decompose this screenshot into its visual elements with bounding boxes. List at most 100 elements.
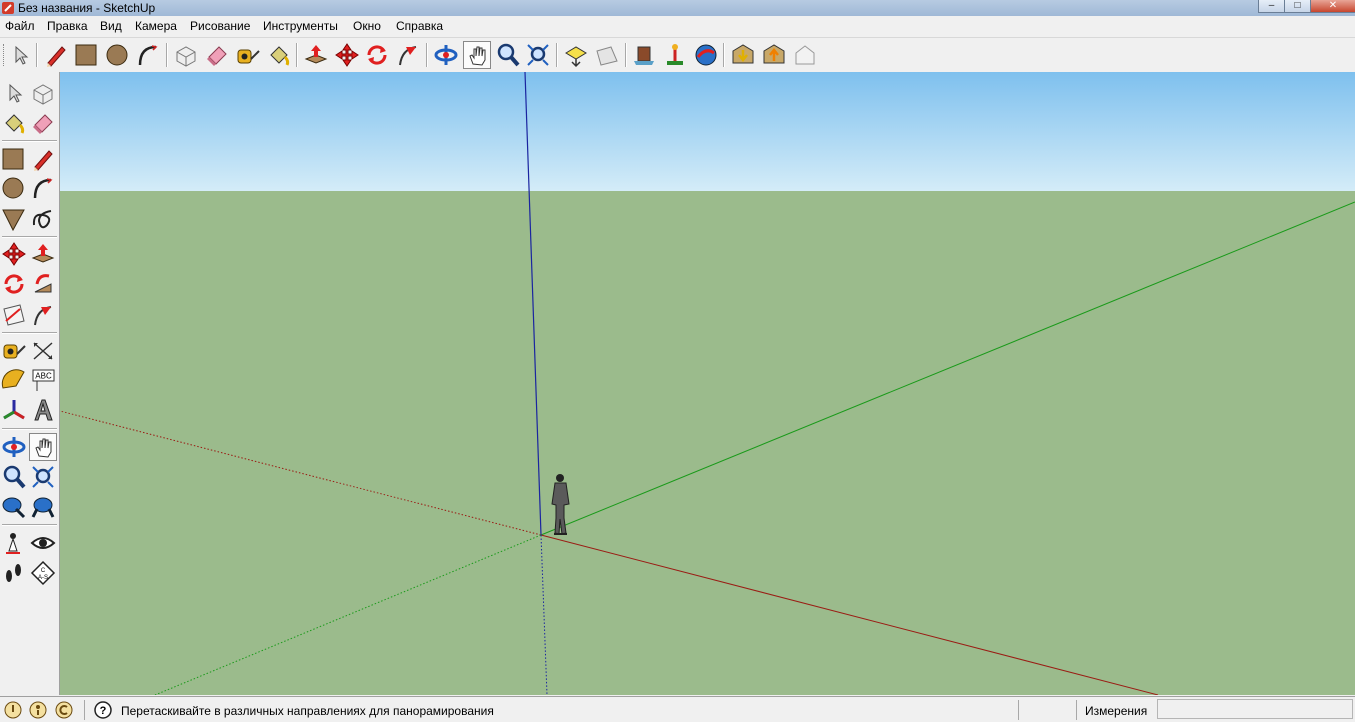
left-rotate-button[interactable] xyxy=(0,270,28,298)
line-tool-button[interactable] xyxy=(42,41,70,69)
left-line-button[interactable] xyxy=(29,145,57,173)
top-toolbar xyxy=(0,37,1355,73)
left-orbit-button[interactable] xyxy=(0,433,28,461)
copyright-icon[interactable] xyxy=(55,701,73,719)
tape-measure-icon xyxy=(3,344,26,359)
left-zoom-extents-button[interactable] xyxy=(0,493,28,521)
left-scale-button[interactable] xyxy=(0,301,28,329)
previous-camera-icon xyxy=(31,497,55,518)
section-plane-icon: CA-S xyxy=(30,560,56,586)
left-look-around-button[interactable] xyxy=(29,529,57,557)
left-position-camera-button[interactable] xyxy=(0,529,28,557)
menu-window[interactable]: Окно xyxy=(353,19,381,33)
google-earth-button[interactable] xyxy=(692,41,720,69)
left-pan-button[interactable] xyxy=(29,433,57,461)
menu-view[interactable]: Вид xyxy=(100,19,122,33)
move-arrows-icon xyxy=(2,242,26,266)
add-location-button[interactable] xyxy=(661,41,689,69)
drawing-viewport[interactable] xyxy=(60,72,1355,695)
menu-draw[interactable]: Рисование xyxy=(190,19,250,33)
next-view-icon xyxy=(596,46,618,66)
pan-tool-button[interactable] xyxy=(463,41,491,69)
maximize-button[interactable]: □ xyxy=(1284,0,1311,13)
follow-me-button[interactable] xyxy=(394,41,422,69)
rotate-icon xyxy=(367,45,387,65)
left-push-pull-button[interactable] xyxy=(29,240,57,268)
tape-measure-button[interactable] xyxy=(234,41,262,69)
left-move-button[interactable] xyxy=(0,240,28,268)
left-protractor-button[interactable] xyxy=(0,366,28,394)
eye-icon xyxy=(30,537,56,549)
left-tape-measure-button[interactable] xyxy=(0,336,28,364)
3d-text-icon xyxy=(34,399,53,421)
scene-canvas[interactable] xyxy=(60,72,1355,695)
left-circle-button[interactable] xyxy=(0,174,28,202)
left-offset-button[interactable] xyxy=(29,301,57,329)
left-3d-text-button[interactable] xyxy=(29,396,57,424)
get-models-button[interactable] xyxy=(630,41,658,69)
eraser-icon xyxy=(33,114,53,134)
left-select-button[interactable] xyxy=(0,79,28,107)
left-freehand-button[interactable] xyxy=(29,205,57,233)
camera-man-icon xyxy=(6,533,20,554)
help-icon[interactable]: ? xyxy=(94,701,112,719)
zoom-tool-button[interactable] xyxy=(494,41,522,69)
paint-bucket-button[interactable] xyxy=(265,41,293,69)
zoom-extents-button[interactable] xyxy=(524,41,552,69)
circle-tool-button[interactable] xyxy=(103,41,131,69)
move-tool-button[interactable] xyxy=(333,41,361,69)
left-arc-button[interactable] xyxy=(29,174,57,202)
menu-help[interactable]: Справка xyxy=(396,19,443,33)
left-text-button[interactable]: ABC xyxy=(29,366,57,394)
next-view-button[interactable] xyxy=(593,41,621,69)
previous-view-button[interactable] xyxy=(562,41,590,69)
svg-text:A-S: A-S xyxy=(38,575,48,581)
menu-tools[interactable]: Инструменты xyxy=(263,19,338,33)
left-axes-button[interactable] xyxy=(0,396,28,424)
eraser-icon xyxy=(207,46,227,66)
left-walk-button[interactable] xyxy=(0,559,28,587)
rotate-icon xyxy=(4,274,24,294)
select-tool-button[interactable] xyxy=(6,41,34,69)
push-pull-button[interactable] xyxy=(302,41,330,69)
left-dimension-button[interactable] xyxy=(29,336,57,364)
geo-location-icon[interactable] xyxy=(4,701,22,719)
orbit-tool-button[interactable] xyxy=(432,41,460,69)
protractor-icon xyxy=(1,369,25,389)
credits-icon[interactable] xyxy=(29,701,47,719)
left-eraser-button[interactable] xyxy=(29,109,57,137)
left-paint-bucket-button[interactable] xyxy=(0,109,28,137)
sky xyxy=(60,72,1355,191)
menu-edit[interactable]: Правка xyxy=(47,19,88,33)
left-previous-button[interactable] xyxy=(29,493,57,521)
left-zoom-button[interactable] xyxy=(0,463,28,491)
get-models-warehouse-button[interactable] xyxy=(729,41,757,69)
close-button[interactable]: ✕ xyxy=(1310,0,1355,13)
left-section-plane-button[interactable]: C A-S xyxy=(29,559,57,587)
offset-icon xyxy=(34,306,52,326)
rectangle-tool-button[interactable] xyxy=(72,41,100,69)
arc-tool-button[interactable] xyxy=(134,41,162,69)
status-message: Перетаскивайте в различных направлениях … xyxy=(121,704,494,718)
left-follow-me-button[interactable] xyxy=(29,270,57,298)
left-make-component-button[interactable] xyxy=(29,79,57,107)
left-rectangle-button[interactable] xyxy=(0,145,28,173)
tape-measure-icon xyxy=(237,49,260,64)
eraser-tool-button[interactable] xyxy=(203,41,231,69)
measurements-input[interactable] xyxy=(1157,699,1353,719)
minimize-button[interactable]: – xyxy=(1258,0,1285,13)
ground xyxy=(60,191,1355,695)
zoom-extents-icon xyxy=(527,44,549,66)
left-polygon-button[interactable] xyxy=(0,205,28,233)
left-zoom-window-button[interactable] xyxy=(29,463,57,491)
svg-text:?: ? xyxy=(100,705,107,717)
rotate-tool-button[interactable] xyxy=(363,41,391,69)
menu-camera[interactable]: Камера xyxy=(135,19,177,33)
share-model-button[interactable] xyxy=(760,41,788,69)
menu-file[interactable]: Файл xyxy=(5,19,35,33)
share-upload-icon xyxy=(763,44,785,64)
zoom-window-icon xyxy=(32,466,54,488)
share-component-button[interactable] xyxy=(791,41,819,69)
make-component-button[interactable] xyxy=(172,41,200,69)
follow-me-icon xyxy=(34,274,52,293)
